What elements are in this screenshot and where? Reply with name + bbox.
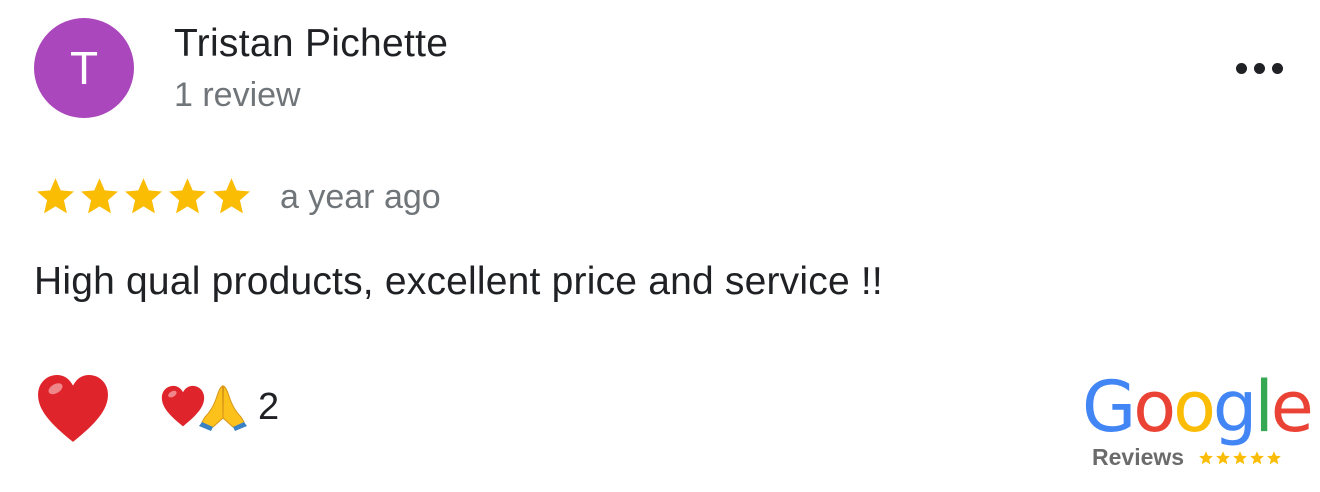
google-logo-letter: G — [1082, 366, 1136, 448]
heart-icon — [38, 375, 108, 442]
google-logo-letter: o — [1133, 366, 1176, 448]
star-icon — [1267, 451, 1281, 465]
author-review-count: 1 review — [174, 76, 301, 114]
more-dot — [1271, 62, 1283, 74]
folded-hands-icon — [199, 385, 247, 431]
star-icon — [125, 178, 162, 214]
star-icon — [1216, 451, 1230, 465]
more-options-button[interactable] — [1226, 50, 1292, 86]
badge-label: Reviews — [1092, 444, 1185, 470]
google-reviews-badge: Google Reviews — [1078, 372, 1314, 474]
reaction-count: 2 — [258, 385, 280, 428]
star-icon — [213, 178, 250, 214]
star-icon — [1250, 451, 1264, 465]
like-button[interactable] — [34, 372, 112, 448]
star-icon — [81, 178, 118, 214]
google-logo-letter: e — [1270, 366, 1314, 448]
avatar[interactable]: T — [34, 18, 134, 118]
more-horizontal-icon — [1235, 62, 1247, 74]
google-logo: Google — [1082, 372, 1314, 442]
star-icon — [1199, 451, 1213, 465]
review-text: High qual products, excellent price and … — [34, 260, 883, 303]
star-rating — [34, 175, 253, 218]
google-logo-letter: l — [1254, 366, 1274, 448]
star-icon — [1233, 451, 1247, 465]
reactions-summary[interactable]: 2 — [160, 382, 279, 432]
star-icon — [169, 178, 206, 214]
badge-stars — [1198, 450, 1282, 466]
avatar-initial: T — [69, 42, 99, 94]
star-icon — [37, 178, 74, 214]
review-date: a year ago — [280, 178, 441, 216]
author-name[interactable]: Tristan Pichette — [174, 22, 448, 66]
google-logo-letter: g — [1212, 366, 1257, 448]
more-dot — [1253, 62, 1265, 74]
google-logo-letter: o — [1173, 366, 1216, 448]
